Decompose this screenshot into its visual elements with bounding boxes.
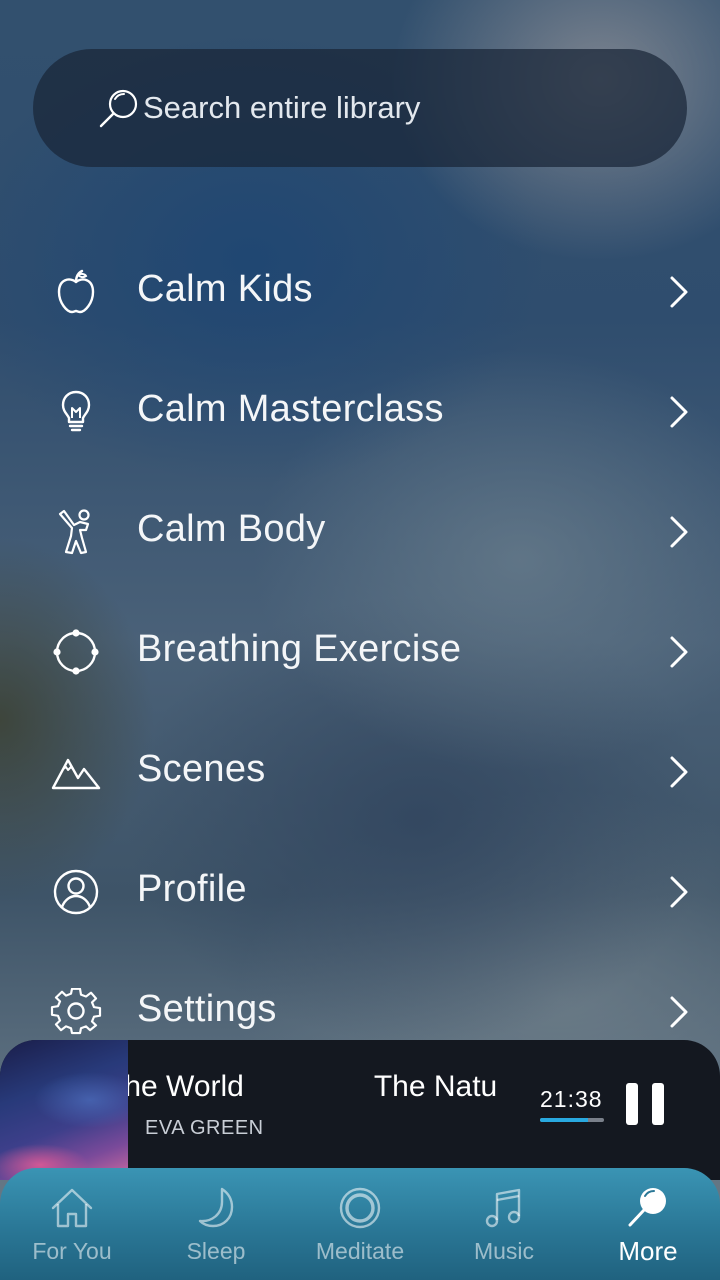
- chevron-right-icon: [670, 756, 688, 788]
- tab-label: Music: [473, 1238, 535, 1264]
- tab-more[interactable]: More: [576, 1168, 720, 1280]
- menu-item-breathing-exercise[interactable]: Breathing Exercise: [0, 592, 720, 712]
- pause-icon: [626, 1083, 638, 1125]
- mountains-icon: [51, 758, 101, 790]
- search-icon: [99, 89, 138, 128]
- search-icon: [628, 1188, 666, 1227]
- moon-icon: [198, 1187, 234, 1228]
- playback-progress-fill: [540, 1118, 588, 1122]
- tab-sleep[interactable]: Sleep: [144, 1168, 288, 1280]
- menu-item-calm-kids[interactable]: Calm Kids: [0, 232, 720, 352]
- breathing-circle-icon: [53, 629, 99, 675]
- tab-bar: For You Sleep Meditate Music More: [0, 1168, 720, 1280]
- menu-item-label: Breathing Exercise: [137, 628, 462, 670]
- chevron-right-icon: [670, 516, 688, 548]
- remaining-time: 21:38: [540, 1086, 603, 1112]
- tab-music[interactable]: Music: [432, 1168, 576, 1280]
- chevron-right-icon: [670, 636, 688, 668]
- tab-label: More: [618, 1236, 678, 1266]
- meditate-ring-icon: [339, 1187, 381, 1229]
- chevron-right-icon: [670, 276, 688, 308]
- search-bar[interactable]: [33, 49, 687, 167]
- menu-item-label: Calm Kids: [137, 268, 313, 310]
- tab-label: Sleep: [186, 1238, 246, 1264]
- now-playing-bar[interactable]: the World The Natu EVA GREEN 21:38: [0, 1040, 720, 1180]
- lightbulb-icon: [61, 390, 91, 432]
- track-title-marquee: the World The Natu: [128, 1070, 536, 1110]
- stretching-person-icon: [58, 509, 90, 555]
- menu-item-label: Calm Masterclass: [137, 388, 444, 430]
- menu-item-calm-masterclass[interactable]: Calm Masterclass: [0, 352, 720, 472]
- tab-for-you[interactable]: For You: [0, 1168, 144, 1280]
- chevron-right-icon: [670, 876, 688, 908]
- track-title-part: the World: [128, 1070, 244, 1103]
- menu-item-scenes[interactable]: Scenes: [0, 712, 720, 832]
- house-icon: [51, 1188, 93, 1228]
- search-input[interactable]: [143, 49, 663, 167]
- playback-progress: [540, 1118, 604, 1122]
- pause-icon: [652, 1083, 664, 1125]
- menu-item-label: Settings: [137, 988, 277, 1030]
- chevron-right-icon: [670, 996, 688, 1028]
- user-circle-icon: [53, 869, 99, 915]
- tab-meditate[interactable]: Meditate: [288, 1168, 432, 1280]
- track-artist: EVA GREEN: [145, 1117, 264, 1139]
- gear-icon: [50, 988, 102, 1035]
- menu-item-label: Profile: [137, 868, 247, 910]
- menu-item-profile[interactable]: Profile: [0, 832, 720, 952]
- tab-label: For You: [32, 1238, 112, 1264]
- music-note-icon: [485, 1188, 521, 1228]
- track-title-part: The Natu: [373, 1070, 498, 1103]
- apple-icon: [57, 269, 95, 314]
- menu-item-label: Scenes: [137, 748, 266, 790]
- chevron-right-icon: [670, 396, 688, 428]
- tab-label: Meditate: [315, 1238, 405, 1264]
- pause-button[interactable]: [626, 1083, 664, 1125]
- menu-item-calm-body[interactable]: Calm Body: [0, 472, 720, 592]
- menu-item-label: Calm Body: [137, 508, 326, 550]
- track-artwork[interactable]: [0, 1040, 128, 1180]
